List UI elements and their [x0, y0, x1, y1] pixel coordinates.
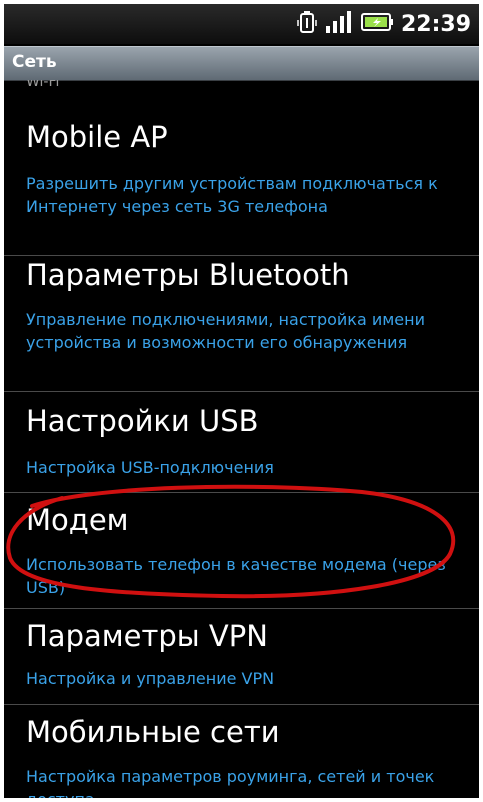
- item-title: Параметры VPN: [26, 619, 268, 653]
- battery-icon: [360, 10, 394, 38]
- item-subtitle: Настройка USB-подключения: [26, 458, 274, 477]
- item-title: Mobile AP: [26, 120, 168, 154]
- partial-list-item-wifi: Wi-Fi: [26, 80, 60, 90]
- list-item-vpn[interactable]: Параметры VPN Настройка и управление VPN: [4, 609, 479, 705]
- item-subtitle: Настройка параметров роуминга, сетей и т…: [26, 767, 435, 798]
- phone-screen: 22:39 Сеть Wi-Fi Mobile AP Разрешить дру…: [4, 4, 479, 798]
- item-title: Модем: [26, 503, 129, 537]
- signal-icon: [325, 10, 353, 38]
- status-icons: 22:39: [296, 10, 471, 38]
- item-title: Настройки USB: [26, 404, 259, 438]
- list-item-bluetooth[interactable]: Параметры Bluetooth Управление подключен…: [4, 256, 479, 392]
- status-bar: 22:39: [4, 4, 479, 44]
- usb-icon: [296, 10, 318, 38]
- list-item-mobile-networks[interactable]: Мобильные сети Настройка параметров роум…: [4, 705, 479, 798]
- title-bar: Сеть: [4, 46, 479, 81]
- page-title: Сеть: [12, 52, 57, 72]
- item-subtitle: Разрешить другим устройствам подключатьс…: [26, 174, 438, 216]
- item-subtitle: Управление подключениями, настройка имен…: [26, 310, 426, 352]
- item-subtitle: Использовать телефон в качестве модема (…: [26, 555, 446, 597]
- item-subtitle: Настройка и управление VPN: [26, 669, 275, 688]
- item-title: Параметры Bluetooth: [26, 258, 350, 292]
- list-item-mobile-ap[interactable]: Mobile AP Разрешить другим устройствам п…: [4, 100, 479, 256]
- list-item-modem[interactable]: Модем Использовать телефон в качестве мо…: [4, 493, 479, 609]
- clock: 22:39: [400, 11, 471, 37]
- list-item-usb[interactable]: Настройки USB Настройка USB-подключения: [4, 392, 479, 493]
- settings-list[interactable]: Wi-Fi Mobile AP Разрешить другим устройс…: [4, 80, 479, 798]
- item-title: Мобильные сети: [26, 715, 280, 749]
